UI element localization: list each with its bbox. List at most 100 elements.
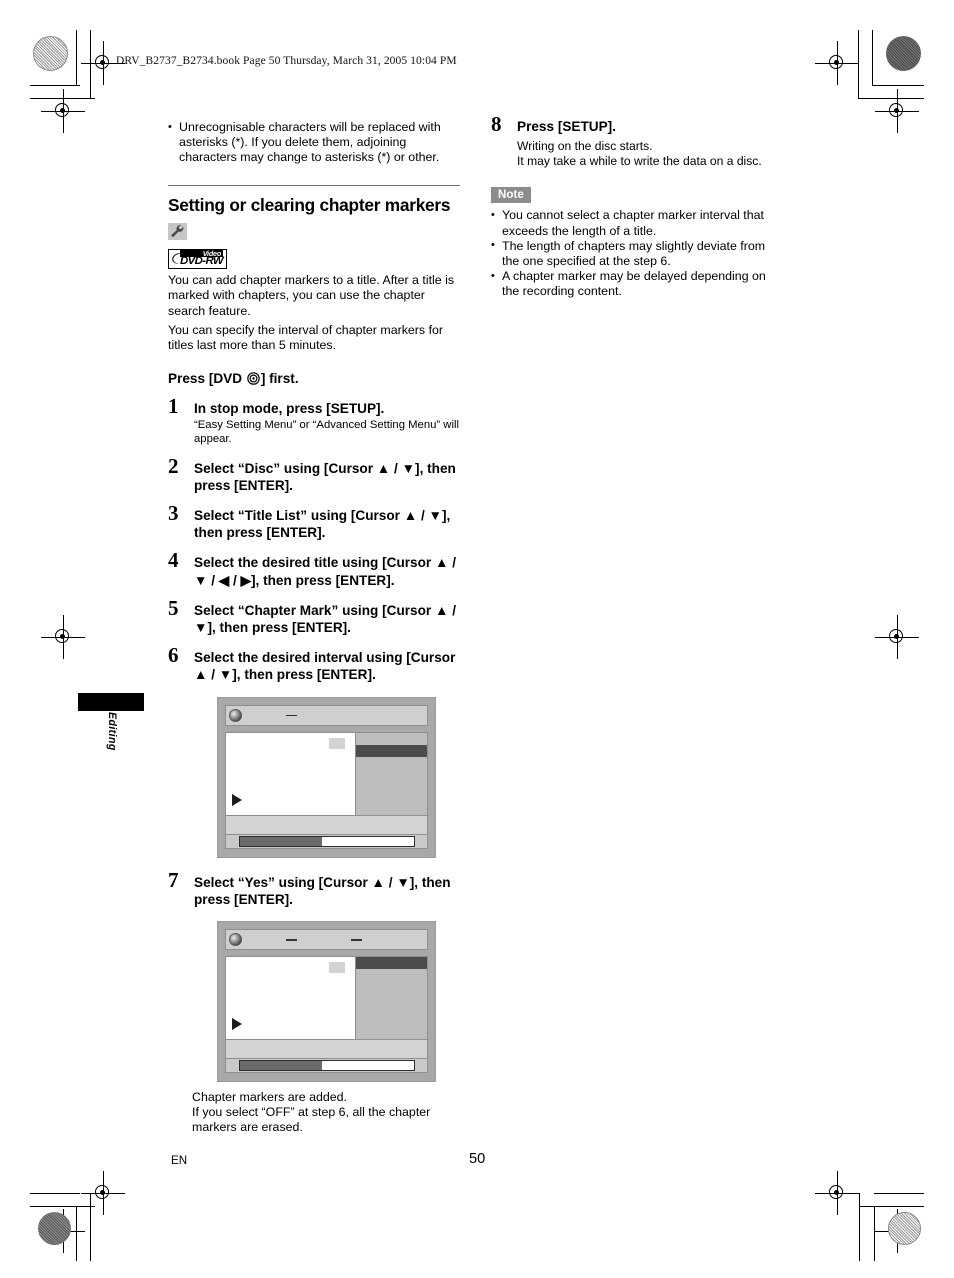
registration-mark (41, 89, 85, 133)
side-tab-marker (78, 693, 144, 711)
dvd-disc-icon (247, 372, 260, 386)
book-file-header: DRV_B2737_B2734.book Page 50 Thursday, M… (116, 55, 457, 67)
step-heading: Select “Chapter Mark” using [Cursor ▲ / … (194, 602, 456, 636)
screen-infobar (226, 814, 427, 834)
step-heading: In stop mode, press [SETUP]. (194, 401, 385, 417)
right-column: 8 Press [SETUP]. Writing on the disc sta… (491, 114, 783, 300)
step-3: 3 Select “Title List” using [Cursor ▲ / … (168, 503, 460, 541)
step-1: 1 In stop mode, press [SETUP]. “Easy Set… (168, 396, 460, 446)
registration-mark (815, 1171, 859, 1215)
intro-paragraph: You can specify the interval of chapter … (168, 322, 444, 353)
screen-topbar (225, 929, 428, 951)
registration-mark (41, 615, 85, 659)
note-badge: Note (491, 187, 531, 204)
screen-body (225, 731, 428, 849)
preview-pane (226, 732, 356, 815)
halftone-patch (33, 36, 68, 71)
footer-language: EN (171, 1154, 188, 1167)
option-list-pane (356, 957, 427, 1040)
step-heading: Select “Title List” using [Cursor ▲ / ▼]… (194, 508, 451, 541)
crop-line (30, 85, 80, 86)
list-item: You cannot select a chapter marker inter… (491, 208, 783, 238)
dvd-rw-logo-badge: Video DVD-RW (168, 248, 228, 270)
intro-bullet-list: Unrecognisable characters will be replac… (168, 120, 460, 166)
crop-line (874, 1206, 875, 1261)
screen-main-row (226, 732, 427, 815)
press-first-suffix: ] first. (260, 371, 299, 387)
placeholder-dash (351, 939, 362, 941)
thumbnail-placeholder (329, 962, 345, 974)
step-number: 6 (168, 643, 179, 668)
disc-icon (229, 933, 242, 947)
step-6: 6 Select the desired interval using [Cur… (168, 645, 460, 683)
step-number: 7 (168, 867, 179, 892)
section-title: Setting or clearing chapter markers (168, 194, 451, 215)
disc-icon (229, 708, 242, 722)
crop-line (76, 30, 77, 85)
wrench-icon (168, 222, 187, 240)
crop-line (858, 30, 859, 98)
crop-line (90, 98, 95, 99)
screen-caption: Chapter markers are added. If you select… (192, 1090, 431, 1135)
step-heading: Select “Disc” using [Cursor ▲ / ▼], then… (194, 460, 456, 493)
step-2: 2 Select “Disc” using [Cursor ▲ / ▼], th… (168, 455, 460, 494)
step-number: 5 (168, 595, 179, 620)
progress-bar-fill (240, 1061, 322, 1071)
registration-mark (81, 1171, 125, 1215)
progress-bar (239, 1060, 415, 1072)
progress-bar-fill (240, 836, 322, 846)
step-subtext: Writing on the disc starts. (517, 139, 653, 154)
preview-pane (226, 957, 356, 1040)
list-item: A chapter marker may be delayed dependin… (491, 269, 783, 299)
step-number: 4 (168, 548, 179, 573)
list-item-selected[interactable] (356, 744, 427, 757)
press-first-prefix: Press [DVD (168, 371, 243, 387)
step-heading: Select the desired title using [Cursor ▲… (194, 555, 456, 588)
screen-infobar (226, 1039, 427, 1059)
crop-line (874, 1193, 924, 1194)
option-list-pane (356, 732, 427, 815)
intro-paragraph: You can add chapter markers to a title. … (168, 273, 455, 318)
crop-line (872, 85, 924, 86)
play-icon (232, 1018, 242, 1031)
step-number: 8 (491, 112, 502, 136)
screen-topbar (225, 704, 428, 726)
disc-swoosh-icon (172, 252, 183, 264)
step-heading: Select the desired interval using [Curso… (194, 650, 456, 683)
registration-mark (875, 89, 919, 133)
crop-line (859, 1193, 860, 1261)
progress-bar (239, 835, 415, 847)
step-4: 4 Select the desired title using [Cursor… (168, 550, 460, 588)
crop-line (872, 30, 873, 85)
registration-mark (815, 41, 859, 85)
crop-line (859, 1206, 924, 1207)
press-dvd-first-instruction: Press [DVD ] first. (168, 370, 460, 387)
step-subtext: It may take a while to write the data on… (517, 153, 762, 168)
screen-progress-row (226, 1058, 427, 1073)
step-5: 5 Select “Chapter Mark” using [Cursor ▲ … (168, 597, 460, 636)
thumbnail-placeholder (329, 737, 345, 749)
screen-progress-row (226, 833, 427, 848)
chapter-mark-interval-screen (217, 696, 436, 858)
crop-line (30, 1206, 95, 1207)
note-bullet-list: You cannot select a chapter marker inter… (491, 208, 783, 299)
step-number: 2 (168, 453, 179, 478)
page-number: 50 (469, 1151, 486, 1167)
crop-line (30, 1193, 80, 1194)
section-divider (168, 184, 460, 186)
list-item-selected[interactable] (356, 957, 427, 970)
step-number: 3 (168, 501, 179, 526)
registration-mark (81, 41, 125, 85)
placeholder-dash (286, 714, 297, 717)
halftone-patch (38, 1212, 71, 1245)
halftone-patch (886, 36, 921, 71)
step-number: 1 (168, 394, 179, 419)
step-heading: Press [SETUP]. (517, 119, 616, 134)
list-item: Unrecognisable characters will be replac… (168, 120, 460, 166)
play-icon (232, 793, 242, 806)
step-7: 7 Select “Yes” using [Cursor ▲ / ▼], the… (168, 869, 460, 908)
registration-mark (875, 615, 919, 659)
chapter-mark-confirm-screen (217, 921, 436, 1083)
left-column: Unrecognisable characters will be replac… (168, 120, 460, 1136)
step-subtext: “Easy Setting Menu” or “Advanced Setting… (194, 419, 459, 446)
